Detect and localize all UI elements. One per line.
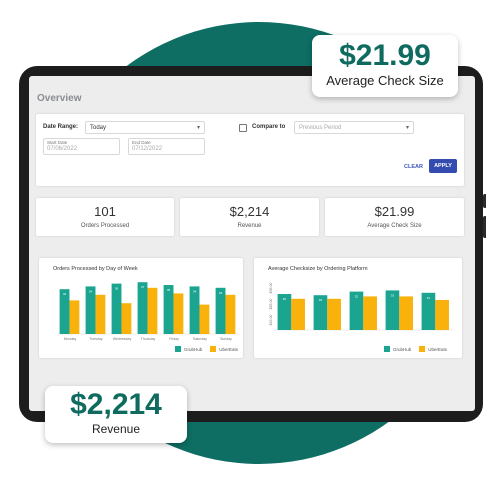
kpi-value: $21.99 <box>374 204 415 219</box>
bar <box>225 294 236 334</box>
orders-chart: 32 34 36 37 35 34 33 Monday Tuesday Wednesday Thur… <box>57 282 239 341</box>
bar <box>399 296 413 330</box>
bar <box>291 298 305 330</box>
data-label: 35 <box>167 288 171 292</box>
callout-value: $2,214 <box>70 388 162 421</box>
data-label: 36 <box>115 287 119 291</box>
kpi-orders-card: 101 Orders Processed <box>36 198 174 236</box>
bar <box>327 298 341 330</box>
clear-button[interactable]: CLEAR <box>404 164 423 170</box>
bar <box>173 293 184 334</box>
kpi-label: Average Check Size <box>367 223 422 229</box>
data-label: 32 <box>355 295 359 299</box>
x-tick-label: Tuesday <box>89 337 103 341</box>
data-label: 31 <box>427 296 431 300</box>
date-range-select[interactable]: Today ▾ <box>85 121 205 134</box>
legend-swatch <box>210 346 217 352</box>
data-label: 33 <box>391 293 395 297</box>
bar <box>69 300 80 334</box>
chart-legend: GrubHub UberEats <box>384 346 447 352</box>
bar <box>363 296 377 330</box>
kpi-revenue-card: $2,214 Revenue <box>180 198 319 236</box>
callout-label: Revenue <box>91 422 141 436</box>
callout-label: Average Check Size <box>326 73 444 88</box>
date-range-label: Date Range: <box>43 124 79 130</box>
legend-swatch <box>419 346 426 352</box>
end-date-label: End Date <box>132 140 151 145</box>
bar <box>189 286 200 334</box>
bar <box>121 303 132 334</box>
y-tick-label: $15.00 <box>269 315 273 326</box>
legend-label: GrubHub <box>184 346 203 352</box>
filter-card: Date Range: Today ▾ Compare to Previous … <box>36 114 464 186</box>
bar <box>435 300 449 330</box>
dashboard-screen: Overview Date Range: Today ▾ Compare to … <box>29 76 475 411</box>
y-tick-label: $35.00 <box>269 283 273 294</box>
x-tick-label: Monday <box>64 337 77 341</box>
bar <box>199 304 210 334</box>
start-date-field[interactable]: Start Date 07/06/2022 <box>43 138 120 155</box>
bar <box>163 285 174 334</box>
legend-label: UberEats <box>428 346 448 352</box>
data-label: 34 <box>193 289 197 293</box>
y-tick-label: $25.00 <box>269 299 273 310</box>
compare-label: Compare to <box>252 124 286 130</box>
bar <box>147 287 158 334</box>
kpi-label: Orders Processed <box>80 223 130 229</box>
end-date-value: 07/12/2022 <box>132 146 163 152</box>
compare-select[interactable]: Previous Period ▾ <box>294 121 414 134</box>
bar <box>111 283 122 334</box>
data-label: 30 <box>283 297 287 301</box>
x-tick-label: Friday <box>169 337 179 341</box>
chart-legend: GrubHub UberEats <box>175 346 238 352</box>
compare-value: Previous Period <box>299 124 342 131</box>
bar <box>95 294 106 334</box>
chevron-down-icon: ▾ <box>405 125 409 131</box>
tablet-frame: Overview Date Range: Today ▾ Compare to … <box>19 66 486 422</box>
legend-label: GrubHub <box>393 346 412 352</box>
marketing-stage: Overview Date Range: Today ▾ Compare to … <box>0 0 486 478</box>
bar <box>85 286 96 334</box>
checksize-chart: 30 29 32 33 31 $35.00 $25.00 $15.00 <box>269 283 454 331</box>
data-label: 34 <box>89 289 93 293</box>
x-tick-label: Sunday <box>220 337 232 341</box>
kpi-label: Revenue <box>237 223 262 229</box>
kpi-check-card: $21.99 Average Check Size <box>325 198 464 236</box>
compare-checkbox[interactable] <box>239 124 247 132</box>
end-date-field[interactable]: End Date 07/12/2022 <box>128 138 205 155</box>
data-label: 37 <box>141 285 145 289</box>
chevron-down-icon: ▾ <box>196 125 200 131</box>
data-label: 29 <box>319 298 323 302</box>
legend-label: UberEats <box>219 346 239 352</box>
x-tick-label: Wednesday <box>113 337 132 341</box>
data-label: 33 <box>219 291 223 295</box>
data-label: 32 <box>63 292 67 296</box>
legend-swatch <box>384 346 390 352</box>
x-tick-label: Saturday <box>193 337 207 341</box>
start-date-label: Start Date <box>47 140 68 145</box>
date-range-value: Today <box>90 124 107 131</box>
page-title: Overview <box>37 93 82 104</box>
bar <box>137 282 148 334</box>
checksize-chart-card: Average Checksize by Ordering Platform 3… <box>254 258 462 358</box>
revenue-callout: $2,214 Revenue <box>45 386 187 443</box>
average-check-callout: $21.99 Average Check Size <box>312 35 458 97</box>
start-date-value: 07/06/2022 <box>47 146 78 152</box>
callout-value: $21.99 <box>339 39 431 72</box>
legend-swatch <box>175 346 181 352</box>
apply-button[interactable]: APPLY <box>429 159 457 173</box>
kpi-value: $2,214 <box>229 204 270 219</box>
kpi-value: 101 <box>94 204 116 219</box>
x-tick-label: Thursday <box>141 337 156 341</box>
orders-chart-card: Orders Processed by Day of Week 32 34 36 37… <box>39 258 243 358</box>
